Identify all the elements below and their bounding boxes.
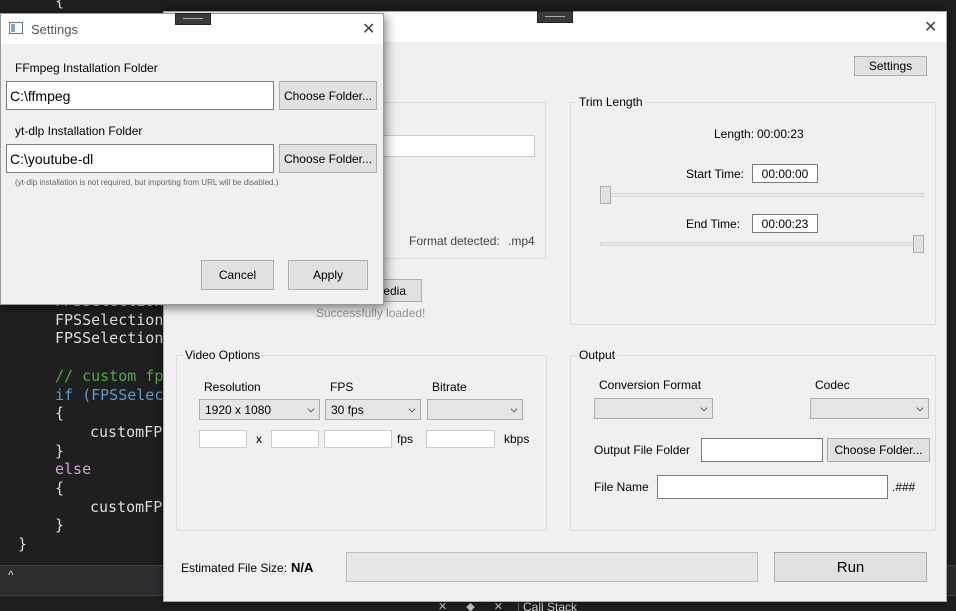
ytdlp-note: (yt-dlp installation is not required, bu… xyxy=(15,178,279,187)
apply-button[interactable]: Apply xyxy=(288,260,368,290)
end-time-slider-track[interactable] xyxy=(600,242,924,246)
ytdlp-folder-label: yt-dlp Installation Folder xyxy=(15,124,143,138)
file-name-label: File Name xyxy=(594,480,649,494)
resolution-select-value: 1920 x 1080 xyxy=(205,402,272,417)
kbps-unit-label: kbps xyxy=(504,432,530,446)
fps-select-value: 30 fps xyxy=(331,402,364,417)
output-choose-folder-button[interactable]: Choose Folder... xyxy=(827,438,930,462)
code-line: { xyxy=(55,479,65,497)
length-label: Length: xyxy=(714,127,755,141)
custom-width-input[interactable] xyxy=(199,430,247,448)
chevron-up-icon[interactable]: ^ xyxy=(8,568,14,582)
format-detected-label: Format detected: xyxy=(409,234,500,248)
output-folder-input[interactable] xyxy=(701,438,823,462)
start-time-slider-track[interactable] xyxy=(600,193,924,197)
run-button[interactable]: Run xyxy=(774,552,927,582)
code-line: } xyxy=(55,441,65,460)
settings-button[interactable]: Settings xyxy=(854,56,927,76)
bitrate-label: Bitrate xyxy=(432,380,467,394)
chevron-down-icon xyxy=(307,405,315,412)
format-detected-value: .mp4 xyxy=(508,234,535,248)
ffmpeg-choose-folder-button[interactable]: Choose Folder... xyxy=(279,81,377,110)
code-line: { xyxy=(55,404,65,423)
estimated-size-label: Estimated File Size: xyxy=(181,561,288,575)
code-line: FPSSelection xyxy=(55,329,164,348)
chevron-down-icon xyxy=(700,404,708,411)
file-name-input[interactable] xyxy=(657,475,888,499)
bitrate-select[interactable] xyxy=(427,399,523,420)
drag-handle-icon[interactable] xyxy=(175,13,211,25)
output-title: Output xyxy=(577,348,618,362)
cancel-button[interactable]: Cancel xyxy=(201,260,274,290)
settings-dialog: Settings ✕ FFmpeg Installation Folder C:… xyxy=(0,13,384,305)
drag-handle-icon[interactable] xyxy=(537,11,573,23)
code-line: } xyxy=(18,535,28,554)
ytdlp-path-input[interactable]: C:\youtube-dl xyxy=(6,144,274,173)
ffmpeg-path-input[interactable]: C:\ffmpeg xyxy=(6,81,274,110)
fps-label: FPS xyxy=(330,380,354,394)
chevron-down-icon xyxy=(408,405,416,412)
conversion-format-select[interactable] xyxy=(594,398,713,419)
close-icon[interactable]: ✕ xyxy=(924,17,937,36)
code-line: customFP xyxy=(90,422,163,441)
estimated-size-value: N/A xyxy=(291,560,314,575)
codec-label: Codec xyxy=(815,378,850,392)
start-time-input[interactable]: 00:00:00 xyxy=(752,164,818,183)
chevron-down-icon xyxy=(510,405,518,412)
fps-unit-label: fps xyxy=(397,432,414,446)
ytdlp-choose-folder-button[interactable]: Choose Folder... xyxy=(279,144,377,173)
ffmpeg-folder-label: FFmpeg Installation Folder xyxy=(15,61,158,75)
length-value: 00:00:23 xyxy=(757,127,804,141)
custom-height-input[interactable] xyxy=(271,430,319,448)
file-extension-label: .### xyxy=(892,480,916,494)
resolution-x-label: x xyxy=(256,432,262,446)
fps-select[interactable]: 30 fps xyxy=(325,399,421,420)
code-line: else xyxy=(55,460,92,479)
resolution-select[interactable]: 1920 x 1080 xyxy=(199,399,320,420)
code-line: { xyxy=(55,0,65,10)
start-time-slider-thumb[interactable] xyxy=(600,186,611,204)
start-time-label: Start Time: xyxy=(686,167,745,181)
end-time-slider-thumb[interactable] xyxy=(913,235,924,253)
close-icon[interactable]: ✕ xyxy=(362,19,375,38)
app-icon xyxy=(9,22,23,34)
custom-bitrate-input[interactable] xyxy=(426,430,495,448)
code-line: if (FPSSelec xyxy=(55,385,164,404)
codec-select[interactable] xyxy=(810,398,929,419)
custom-fps-input[interactable] xyxy=(324,430,392,448)
code-line: FPSSelection xyxy=(55,310,164,329)
conversion-format-label: Conversion Format xyxy=(599,378,702,392)
output-folder-label: Output File Folder xyxy=(594,443,691,457)
code-line: customFP xyxy=(90,497,163,516)
settings-title-bar[interactable]: Settings ✕ xyxy=(1,13,383,44)
code-line: } xyxy=(55,516,65,535)
chevron-down-icon xyxy=(916,404,924,411)
resolution-label: Resolution xyxy=(204,380,261,394)
code-line: // custom fp xyxy=(55,366,164,385)
trim-length-title: Trim Length xyxy=(577,95,645,109)
settings-dialog-title: Settings xyxy=(31,22,78,37)
video-options-title: Video Options xyxy=(183,348,263,362)
end-time-input[interactable]: 00:00:23 xyxy=(752,214,818,233)
load-status-text: Successfully loaded! xyxy=(316,306,426,320)
conversion-progress-bar xyxy=(346,552,758,582)
end-time-label: End Time: xyxy=(686,217,741,231)
